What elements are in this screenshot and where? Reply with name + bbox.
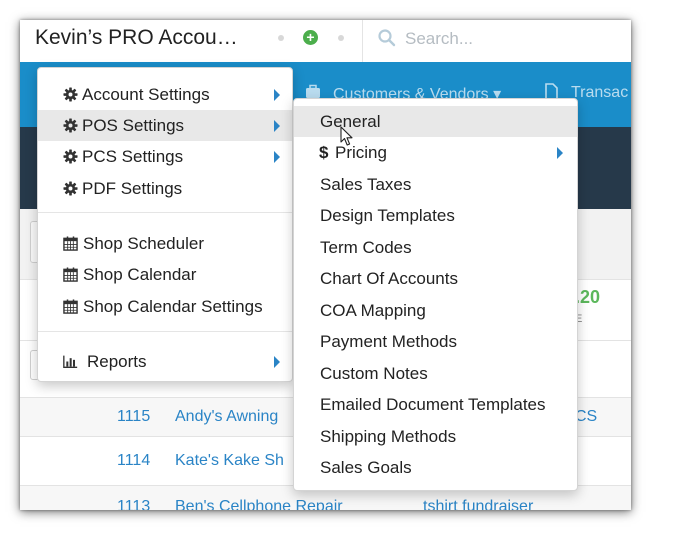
menu-item-label: Reports <box>87 352 147 371</box>
calendar-icon <box>63 236 78 251</box>
submenu-item-design-templates[interactable]: Design Templates <box>294 200 577 231</box>
row-number[interactable]: 1114 <box>117 452 150 470</box>
submenu-item-sales-goals[interactable]: Sales Goals <box>294 452 577 483</box>
submenu-item-label: Chart Of Accounts <box>320 269 458 288</box>
submenu-item-label: Sales Taxes <box>320 175 412 194</box>
submenu-caret-icon <box>274 89 280 101</box>
submenu-item-pricing[interactable]: $ Pricing <box>294 137 577 168</box>
search-icon <box>378 29 396 47</box>
submenu-item-label: Sales Goals <box>320 458 412 477</box>
menu-divider <box>38 331 292 332</box>
menu-item-shop-scheduler[interactable]: Shop Scheduler <box>38 228 292 259</box>
settings-dropdown-menu: Account Settings POS Settings PCS Settin… <box>37 67 293 382</box>
account-title[interactable]: Kevin’s PRO Accou… <box>35 26 238 50</box>
row-customer[interactable]: Kate's Kake Sh <box>175 452 284 470</box>
app-window: Kevin’s PRO Accou… + Customers & Vendors… <box>20 20 631 510</box>
submenu-item-sales-taxes[interactable]: Sales Taxes <box>294 169 577 200</box>
row-number[interactable]: 1115 <box>117 408 150 426</box>
submenu-item-coa-mapping[interactable]: COA Mapping <box>294 295 577 326</box>
submenu-item-label: Emailed Document Templates <box>320 395 546 414</box>
submenu-caret-icon <box>274 151 280 163</box>
submenu-item-label: Design Templates <box>320 206 455 225</box>
submenu-item-label: Shipping Methods <box>320 427 457 446</box>
gear-icon <box>63 118 78 133</box>
submenu-item-chart-of-accounts[interactable]: Chart Of Accounts <box>294 263 577 294</box>
row-customer[interactable]: Andy's Awning <box>175 408 278 426</box>
menu-item-pdf-settings[interactable]: PDF Settings <box>38 173 292 204</box>
dollar-icon: $ <box>319 143 329 162</box>
submenu-caret-icon <box>274 356 280 368</box>
menu-item-label: PDF Settings <box>82 179 183 198</box>
mouse-cursor-icon <box>340 126 353 146</box>
plus-circle-icon[interactable]: + <box>303 30 318 45</box>
menu-item-label: PCS Settings <box>82 147 184 166</box>
submenu-item-shipping-methods[interactable]: Shipping Methods <box>294 421 577 452</box>
nav-transactions[interactable]: Transac <box>571 84 628 102</box>
row-description: tshirt fundraiser <box>423 498 534 510</box>
menu-item-shop-calendar[interactable]: Shop Calendar <box>38 259 292 290</box>
row-number[interactable]: 1113 <box>117 498 150 510</box>
separator-dot <box>278 35 284 41</box>
divider <box>362 20 363 62</box>
bar-chart-icon <box>63 355 78 368</box>
menu-item-shop-calendar-settings[interactable]: Shop Calendar Settings <box>38 291 292 322</box>
search-input[interactable] <box>405 26 625 52</box>
menu-item-label: Account Settings <box>82 85 210 104</box>
calendar-icon <box>63 299 78 314</box>
submenu-item-payment-methods[interactable]: Payment Methods <box>294 326 577 357</box>
pos-settings-submenu: General $ Pricing Sales Taxes Design Tem… <box>293 98 578 491</box>
submenu-item-label: COA Mapping <box>320 301 426 320</box>
top-bar: Kevin’s PRO Accou… + <box>20 20 631 63</box>
submenu-item-custom-notes[interactable]: Custom Notes <box>294 358 577 389</box>
submenu-item-term-codes[interactable]: Term Codes <box>294 232 577 263</box>
menu-item-pcs-settings[interactable]: PCS Settings <box>38 141 292 172</box>
menu-divider <box>38 212 292 213</box>
submenu-caret-icon <box>274 120 280 132</box>
menu-item-pos-settings[interactable]: POS Settings <box>38 110 292 141</box>
separator-dot <box>338 35 344 41</box>
submenu-item-label: Custom Notes <box>320 364 428 383</box>
gear-icon <box>63 181 78 196</box>
submenu-item-label: Payment Methods <box>320 332 458 351</box>
submenu-item-general[interactable]: General <box>294 106 577 137</box>
menu-item-label: Shop Scheduler <box>83 234 204 253</box>
submenu-item-emailed-document-templates[interactable]: Emailed Document Templates <box>294 389 577 420</box>
menu-item-account-settings[interactable]: Account Settings <box>38 79 292 110</box>
menu-item-label: POS Settings <box>82 116 185 135</box>
menu-item-label: Shop Calendar Settings <box>83 297 263 316</box>
gear-icon <box>63 149 78 164</box>
menu-item-label: Shop Calendar <box>83 265 197 284</box>
submenu-item-label: Term Codes <box>320 238 412 257</box>
row-extra: CS <box>575 408 598 425</box>
gear-icon <box>63 87 78 102</box>
calendar-icon <box>63 267 78 282</box>
submenu-caret-icon <box>557 147 563 159</box>
row-customer[interactable]: Ben's Cellphone Repair <box>175 498 343 510</box>
menu-item-reports[interactable]: Reports <box>38 346 292 377</box>
